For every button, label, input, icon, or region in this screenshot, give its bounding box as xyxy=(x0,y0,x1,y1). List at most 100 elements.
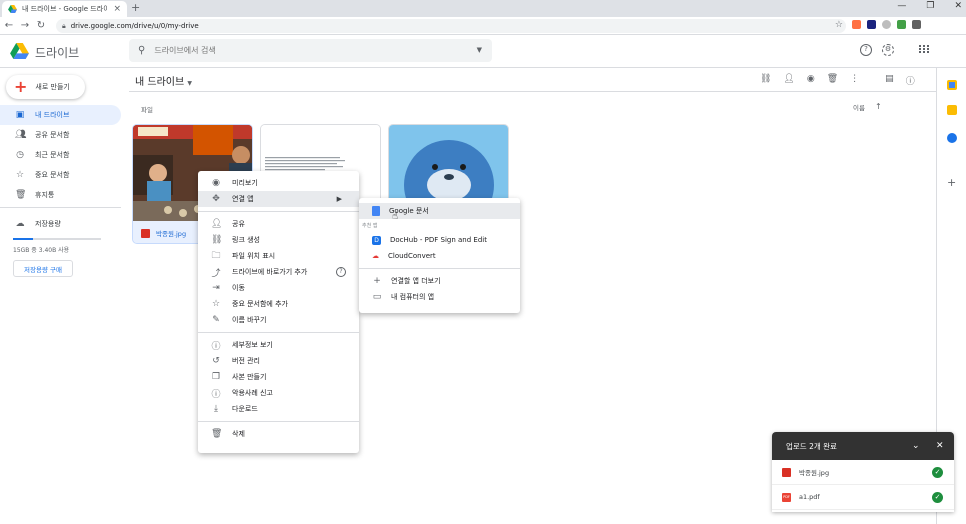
sidebar-item-starred[interactable]: ☆ 중요 문서함 xyxy=(0,165,121,185)
apps-grid-icon[interactable] xyxy=(919,45,930,53)
address-bar[interactable]: 🔒︎ drive.google.com/drive/u/0/my-drive ☆ xyxy=(56,19,846,33)
new-tab-button[interactable]: + xyxy=(131,1,140,14)
storage-bar xyxy=(13,238,101,240)
lock-icon: 🔒︎ xyxy=(62,21,66,30)
upload-row[interactable]: PDF a1.pdf ✓ xyxy=(772,485,954,510)
extension-icon[interactable] xyxy=(867,20,876,29)
submenu-item-cloudconvert[interactable]: ☁ CloudConvert xyxy=(359,248,520,264)
menu-item-delete[interactable]: 🗑︎ 삭제 xyxy=(198,426,359,442)
menu-item-move[interactable]: ⇥ 이동 xyxy=(198,280,359,296)
submenu-item-label: CloudConvert xyxy=(388,252,436,260)
help-icon[interactable]: ? xyxy=(860,44,872,56)
add-addon-icon[interactable]: + xyxy=(947,176,956,189)
upload-row[interactable]: 박종원.jpg ✓ xyxy=(772,460,954,485)
submenu-item-more-apps[interactable]: + 연결할 앱 더보기 xyxy=(359,273,520,289)
browser-tab[interactable]: 내 드라이브 - Google 드라이브 × xyxy=(2,1,127,17)
tasks-icon[interactable] xyxy=(947,133,957,143)
plus-icon: + xyxy=(373,276,381,286)
reload-icon[interactable]: ↻ xyxy=(34,20,48,31)
sidebar-item-shared[interactable]: 👥︎ 공유 문서함 xyxy=(0,125,121,145)
app-title: 드라이브 xyxy=(35,46,80,60)
menu-item-report[interactable]: ⓘ 악용사례 신고 xyxy=(198,385,359,401)
storage-usage-text: 15GB 중 3.40B 사용 xyxy=(13,247,70,254)
extension-icon[interactable] xyxy=(897,20,906,29)
sidebar-item-storage[interactable]: ☁ 저장용량 xyxy=(0,214,121,234)
puzzle-icon[interactable] xyxy=(912,20,921,29)
info-icon[interactable]: ⓘ xyxy=(906,74,915,87)
menu-item-open-with[interactable]: ✥ 연결 앱 ▶ xyxy=(198,191,359,207)
calendar-icon[interactable] xyxy=(947,80,957,90)
sort-label: 이름 xyxy=(853,104,865,112)
menu-item-label: 버전 관리 xyxy=(232,357,260,365)
extension-icon[interactable] xyxy=(882,20,891,29)
search-options-icon[interactable]: ▼ xyxy=(477,46,482,54)
help-icon[interactable]: ? xyxy=(336,267,346,277)
list-view-icon[interactable]: ▤ xyxy=(885,74,894,87)
eye-icon: ◉ xyxy=(212,178,220,188)
submenu-item-computer-apps[interactable]: ▭ 내 컴퓨터의 앱 xyxy=(359,289,520,305)
move-icon: ⇥ xyxy=(212,283,220,293)
close-tab-icon[interactable]: × xyxy=(113,4,121,14)
eye-icon[interactable]: ◉ xyxy=(807,74,815,87)
arrow-up-icon: ↑ xyxy=(874,102,882,111)
keep-icon[interactable] xyxy=(947,105,957,115)
menu-item-add-shortcut[interactable]: ⤴ 드라이브에 바로가기 추가? xyxy=(198,264,359,280)
chevron-down-icon: ▼ xyxy=(187,80,192,87)
upload-file-name: 박종원.jpg xyxy=(799,469,830,477)
google-docs-icon xyxy=(372,206,380,216)
chevron-down-icon[interactable]: ⌄ xyxy=(912,441,920,451)
folder-icon: 🗀︎ xyxy=(211,251,221,261)
clock-icon: ◷ xyxy=(16,150,24,160)
menu-item-star[interactable]: ☆ 중요 문서함에 추가 xyxy=(198,296,359,312)
sidebar-item-label: 중요 문서함 xyxy=(35,171,70,179)
menu-item-label: 링크 생성 xyxy=(232,236,260,244)
extension-icon[interactable] xyxy=(852,20,861,29)
sidebar-item-my-drive[interactable]: ▣ 내 드라이브 xyxy=(0,105,121,125)
sidebar-item-trash[interactable]: 🗑︎ 휴지통 xyxy=(0,185,121,205)
menu-item-get-link[interactable]: ⛓︎ 링크 생성 xyxy=(198,232,359,248)
minimize-icon[interactable]: — xyxy=(897,1,906,11)
laptop-icon: ▭ xyxy=(372,292,382,302)
image-file-icon xyxy=(141,228,150,238)
chevron-right-icon: ▶ xyxy=(336,195,342,203)
menu-item-download[interactable]: ⤓ 다운로드 xyxy=(198,401,359,417)
breadcrumb[interactable]: 내 드라이브 ▼ xyxy=(135,73,192,88)
menu-item-share[interactable]: 👤︎ 공유 xyxy=(198,216,359,232)
new-button[interactable]: + 새로 만들기 xyxy=(6,75,85,99)
close-window-icon[interactable]: ✕ xyxy=(954,1,962,11)
browser-tab-strip: 내 드라이브 - Google 드라이브 × + — ❐ ✕ xyxy=(0,0,966,17)
search-bar[interactable]: ⚲ ▼ xyxy=(129,39,492,62)
app-header: 드라이브 ⚲ ▼ ? ⚙ xyxy=(0,35,966,68)
submenu-item-google-docs[interactable]: Google 문서 xyxy=(359,203,520,219)
sidebar-divider xyxy=(0,207,121,208)
forward-icon[interactable]: → xyxy=(18,20,32,31)
restore-icon[interactable]: ❐ xyxy=(926,1,934,11)
buy-storage-button[interactable]: 저장용량 구매 xyxy=(13,260,73,277)
pencil-icon: ✎ xyxy=(212,315,220,325)
search-input[interactable] xyxy=(154,46,455,55)
menu-item-copy[interactable]: ❐ 사본 만들기 xyxy=(198,369,359,385)
search-icon[interactable]: ⚲ xyxy=(138,45,145,56)
close-icon[interactable]: ✕ xyxy=(936,441,944,451)
link-icon[interactable]: ⛓︎ xyxy=(760,74,771,87)
trash-icon[interactable]: 🗑︎ xyxy=(827,74,838,87)
menu-item-preview[interactable]: ◉ 미리보기 xyxy=(198,175,359,191)
more-vert-icon[interactable]: ⋮ xyxy=(850,74,859,87)
suggested-apps-label: 추천 앱 xyxy=(362,223,378,229)
sort-control[interactable]: 이름 ↑ xyxy=(853,102,882,112)
sidebar-item-recent[interactable]: ◷ 최근 문서함 xyxy=(0,145,121,165)
submenu-item-dochub[interactable]: D DocHub - PDF Sign and Edit xyxy=(359,232,520,248)
back-icon[interactable]: ← xyxy=(2,20,16,31)
settings-gear-icon[interactable]: ⚙ xyxy=(882,44,894,56)
menu-item-show-location[interactable]: 🗀︎ 파일 위치 표시 xyxy=(198,248,359,264)
upload-title: 업로드 2개 완료 xyxy=(786,441,837,451)
menu-item-versions[interactable]: ↺ 버전 관리 xyxy=(198,353,359,369)
menu-item-rename[interactable]: ✎ 이름 바꾸기 xyxy=(198,312,359,328)
new-button-label: 새로 만들기 xyxy=(35,83,70,91)
menu-item-label: 연결 앱 xyxy=(232,195,254,203)
menu-item-details[interactable]: ⓘ 세부정보 보기 xyxy=(198,337,359,353)
submenu-item-label: 내 컴퓨터의 앱 xyxy=(391,293,435,301)
cloudconvert-icon: ☁ xyxy=(372,252,379,260)
person-add-icon[interactable]: 👤︎ xyxy=(783,74,794,87)
bookmark-star-icon[interactable]: ☆ xyxy=(835,20,843,30)
